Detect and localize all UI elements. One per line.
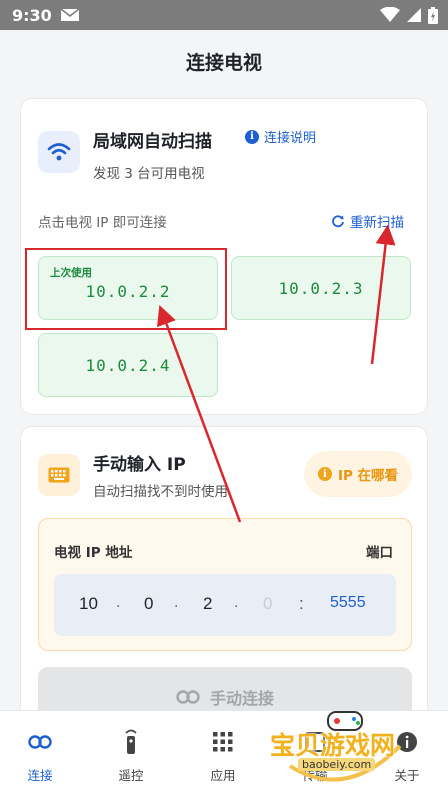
manual-icon-box — [38, 454, 80, 496]
device-tile-1[interactable]: 上次使用 10.0.2.2 — [38, 256, 218, 320]
lan-card-subtitle: 发现 3 台可用电视 — [93, 166, 205, 182]
remote-icon — [125, 729, 137, 754]
nav-label: 传输 — [302, 768, 328, 783]
rescan-label: 重新扫描 — [350, 215, 404, 231]
transfer-icon — [305, 732, 325, 752]
nav-label: 遥控 — [118, 768, 144, 783]
nav-item-transfer[interactable]: 传输 — [270, 711, 360, 796]
manual-ip-card: 手动输入 IP 自动扫描找不到时使用 i IP 在哪看 电视 IP 地址 端口 … — [20, 426, 428, 727]
nav-item-about[interactable]: 关于 — [362, 711, 448, 796]
lan-card-title: 局域网自动扫描 — [93, 132, 212, 152]
manual-card-title: 手动输入 IP — [93, 455, 186, 475]
ip-input-row: 10 . 0 . 2 . 0 : 5555 — [54, 574, 396, 636]
ip-entry-panel: 电视 IP 地址 端口 10 . 0 . 2 . 0 : 5555 — [38, 518, 412, 651]
nav-label: 关于 — [394, 768, 420, 783]
device-ip: 10.0.2.4 — [85, 355, 171, 375]
nav-label: 连接 — [27, 768, 53, 783]
info-icon: i — [317, 467, 332, 481]
refresh-icon — [332, 215, 344, 228]
bottom-nav: 连接 遥控 应用 传输 关于 — [0, 710, 448, 796]
ip-octet-4-input[interactable]: 0 — [263, 594, 272, 614]
ip-octet-2-input[interactable]: 0 — [144, 594, 153, 614]
connection-help-label: 连接说明 — [264, 131, 317, 146]
nav-item-remote[interactable]: 遥控 — [86, 711, 176, 796]
keyboard-icon — [48, 467, 70, 483]
connection-help-link[interactable]: i 连接说明 — [245, 127, 316, 146]
ip-dot-separator: . — [116, 594, 121, 611]
nav-label: 应用 — [210, 768, 236, 783]
about-icon — [397, 732, 417, 752]
nav-item-connect[interactable]: 连接 — [0, 711, 85, 796]
port-input[interactable]: 5555 — [330, 594, 366, 612]
wifi-icon — [47, 143, 71, 161]
status-time: 9:30 — [12, 5, 52, 25]
ip-dot-separator: . — [174, 594, 179, 611]
tv-ip-label: 电视 IP 地址 — [54, 545, 133, 561]
lan-icon-box — [38, 131, 80, 173]
where-ip-label: IP 在哪看 — [337, 468, 399, 484]
ip-octet-3-input[interactable]: 2 — [203, 594, 212, 614]
apps-grid-icon — [213, 732, 233, 752]
ip-dot-separator: . — [234, 594, 239, 611]
tap-ip-hint: 点击电视 IP 即可连接 — [38, 215, 167, 231]
where-ip-button[interactable]: i IP 在哪看 — [304, 451, 412, 497]
mail-icon — [60, 8, 80, 21]
nav-item-apps[interactable]: 应用 — [178, 711, 268, 796]
cell-signal-icon — [407, 8, 421, 22]
battery-icon — [428, 6, 438, 24]
link-icon — [176, 690, 200, 704]
page-title: 连接电视 — [185, 52, 262, 74]
manual-card-subtitle: 自动扫描找不到时使用 — [93, 484, 228, 500]
device-ip: 10.0.2.3 — [278, 278, 364, 298]
manual-connect-label: 手动连接 — [209, 689, 274, 708]
device-ip: 10.0.2.2 — [85, 281, 171, 301]
wifi-signal-icon — [380, 7, 400, 22]
port-label: 端口 — [366, 545, 393, 561]
link-icon — [28, 735, 52, 749]
device-tile-2[interactable]: 10.0.2.3 — [231, 256, 411, 320]
info-icon: i — [245, 129, 259, 144]
last-used-badge: 上次使用 — [50, 267, 92, 279]
status-bar: 9:30 — [0, 0, 448, 30]
lan-scan-card: 局域网自动扫描 发现 3 台可用电视 i 连接说明 点击电视 IP 即可连接 重… — [20, 98, 428, 415]
port-colon-separator: : — [299, 594, 304, 613]
device-tile-3[interactable]: 10.0.2.4 — [38, 333, 218, 397]
rescan-button[interactable]: 重新扫描 — [331, 211, 404, 231]
ip-octet-1-input[interactable]: 10 — [79, 594, 98, 614]
